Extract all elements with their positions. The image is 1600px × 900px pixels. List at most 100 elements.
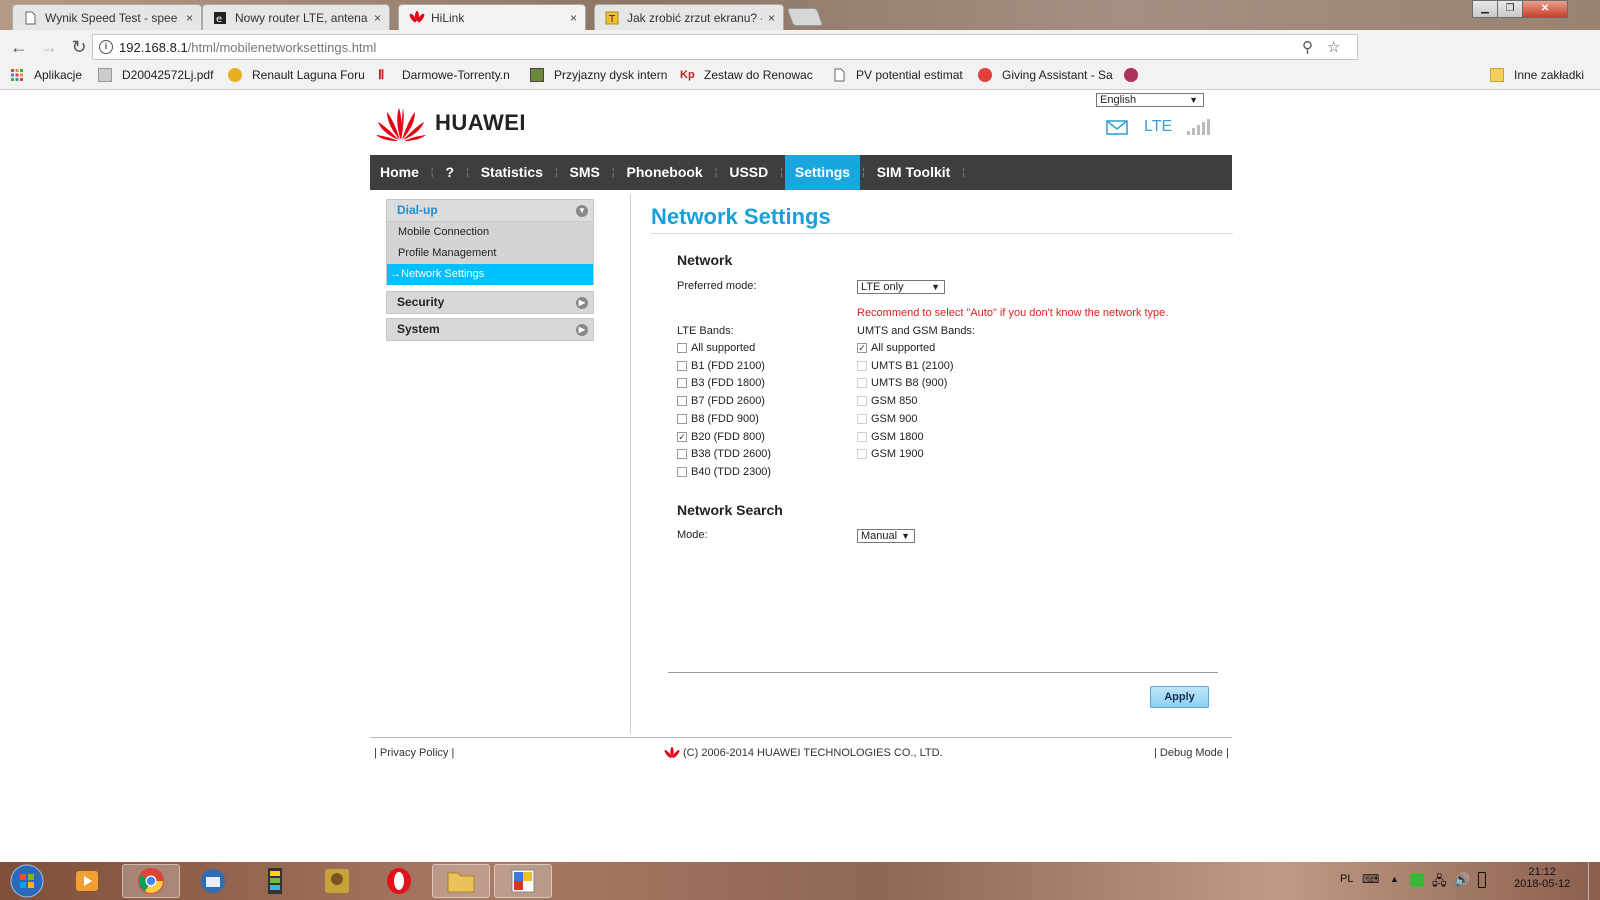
taskbar-opera[interactable]: [370, 864, 428, 898]
checkbox-empty-icon[interactable]: [677, 378, 687, 389]
close-icon[interactable]: ×: [186, 11, 193, 25]
tab-screenshot-howto[interactable]: T Jak zrobić zrzut ekranu? - ×: [594, 4, 784, 30]
sidebar-group-security[interactable]: Security ▶: [386, 291, 594, 314]
privacy-policy-link[interactable]: | Privacy Policy |: [374, 747, 454, 759]
taskbar-app-stack[interactable]: [246, 864, 304, 898]
taskbar-media-player[interactable]: [58, 864, 116, 898]
zoom-icon[interactable]: ⚲: [1302, 38, 1313, 56]
close-icon[interactable]: ×: [570, 11, 577, 25]
band-checkbox[interactable]: GSM 900: [857, 413, 917, 425]
tab-speedtest[interactable]: Wynik Speed Test - spee ×: [12, 4, 202, 30]
bookmark-giving-assistant[interactable]: Giving Assistant - Sa: [978, 68, 1114, 82]
nav-settings[interactable]: Settings: [784, 155, 861, 190]
bookmark-pv[interactable]: PV potential estimat: [832, 68, 964, 82]
bookmark-apps[interactable]: Aplikacje: [10, 68, 90, 82]
band-checkbox[interactable]: B3 (FDD 1800): [677, 377, 765, 389]
close-icon[interactable]: ×: [374, 11, 381, 25]
tray-language[interactable]: PL: [1340, 873, 1353, 885]
checkbox-empty-icon[interactable]: [677, 360, 687, 371]
band-checkbox[interactable]: All supported: [677, 342, 755, 354]
band-checkbox[interactable]: UMTS B8 (900): [857, 377, 947, 389]
reload-icon[interactable]: ↻: [68, 36, 90, 58]
other-bookmarks[interactable]: Inne zakładki: [1490, 68, 1598, 82]
debug-mode-link[interactable]: | Debug Mode |: [1154, 747, 1229, 759]
volume-icon[interactable]: 🔊: [1454, 872, 1470, 888]
star-icon[interactable]: ☆: [1327, 38, 1340, 56]
battery-icon[interactable]: [1478, 872, 1486, 888]
band-checkbox[interactable]: B8 (FDD 900): [677, 413, 759, 425]
green-tray-icon[interactable]: [1410, 873, 1424, 887]
taskbar-explorer[interactable]: [432, 864, 490, 898]
close-window-button[interactable]: ✕: [1522, 0, 1568, 18]
checkbox-empty-icon[interactable]: [857, 413, 867, 424]
nav-statistics[interactable]: Statistics: [471, 155, 553, 190]
checkbox-empty-icon[interactable]: [857, 396, 867, 407]
collapse-icon[interactable]: ▼: [576, 205, 588, 217]
sidebar-item-network-settings[interactable]: →Network Settings: [387, 264, 593, 285]
nav-sms[interactable]: SMS: [560, 155, 610, 190]
checkbox-empty-icon[interactable]: [857, 431, 867, 442]
band-checkbox[interactable]: UMTS B1 (2100): [857, 360, 954, 372]
tab-hilink[interactable]: HiLink ×: [398, 4, 586, 30]
mail-icon[interactable]: [1106, 119, 1128, 135]
nav-home[interactable]: Home: [370, 155, 429, 190]
checkbox-empty-icon[interactable]: [677, 396, 687, 407]
minimize-button[interactable]: ▁: [1472, 0, 1498, 18]
start-button[interactable]: [2, 864, 52, 898]
expand-icon[interactable]: ▶: [576, 297, 588, 309]
new-tab-button[interactable]: [786, 8, 824, 26]
address-bar[interactable]: i 192.168.8.1/html/mobilenetworksettings…: [92, 34, 1358, 60]
bookmark-dysk[interactable]: Przyjazny dysk intern: [530, 68, 670, 82]
apply-button[interactable]: Apply: [1150, 686, 1209, 708]
keyboard-icon[interactable]: ⌨: [1362, 872, 1379, 886]
checkbox-empty-icon[interactable]: [677, 343, 687, 353]
nav-sim-toolkit[interactable]: SIM Toolkit: [867, 155, 961, 190]
bookmark-torrenty[interactable]: Ⅱ Darmowe-Torrenty.n: [378, 68, 514, 82]
band-checkbox[interactable]: GSM 850: [857, 395, 917, 407]
restore-button[interactable]: ❐: [1497, 0, 1523, 18]
sidebar-item-profile-management[interactable]: Profile Management: [387, 243, 593, 264]
bookmark-renowacja[interactable]: Kp Zestaw do Renowac: [680, 68, 816, 82]
band-checkbox[interactable]: B40 (TDD 2300): [677, 466, 771, 478]
sidebar-group-dialup[interactable]: Dial-up ▼: [386, 199, 594, 222]
search-mode-select[interactable]: Manual ▼: [857, 529, 915, 543]
show-hidden-icons[interactable]: ▲: [1390, 874, 1399, 884]
forward-icon[interactable]: →: [38, 36, 60, 58]
bookmark-extra[interactable]: [1124, 68, 1144, 82]
tab-router-forum[interactable]: e Nowy router LTE, antena ×: [202, 4, 390, 30]
checkbox-empty-icon[interactable]: [857, 449, 867, 460]
bookmark-renault[interactable]: Renault Laguna Foru: [228, 68, 368, 82]
taskbar-thunderbird[interactable]: [184, 864, 242, 898]
info-icon[interactable]: i: [99, 40, 113, 54]
checkbox-checked-icon[interactable]: ✓: [677, 431, 687, 442]
band-checkbox[interactable]: ✓ B20 (FDD 800): [677, 431, 765, 443]
nav-phonebook[interactable]: Phonebook: [617, 155, 713, 190]
nav-help[interactable]: ?: [436, 155, 465, 190]
preferred-mode-select[interactable]: LTE only ▼: [857, 280, 945, 294]
close-icon[interactable]: ×: [768, 11, 775, 25]
checkbox-empty-icon[interactable]: [857, 360, 867, 371]
checkbox-checked-icon[interactable]: ✓: [857, 343, 867, 353]
expand-icon[interactable]: ▶: [576, 324, 588, 336]
band-checkbox[interactable]: B7 (FDD 2600): [677, 395, 765, 407]
band-checkbox[interactable]: ✓ All supported: [857, 342, 935, 354]
checkbox-empty-icon[interactable]: [677, 466, 687, 477]
taskbar-paint[interactable]: [494, 864, 552, 898]
checkbox-empty-icon[interactable]: [857, 378, 867, 389]
bookmark-pdf[interactable]: D20042572Lj.pdf: [98, 68, 216, 82]
clock[interactable]: 21:12 2018-05-12: [1514, 866, 1570, 890]
taskbar-chrome[interactable]: [122, 864, 180, 898]
back-icon[interactable]: ←: [8, 36, 30, 58]
show-desktop-button[interactable]: [1588, 862, 1600, 900]
language-select[interactable]: English ▼: [1096, 93, 1204, 107]
taskbar-sandbox[interactable]: [308, 864, 366, 898]
checkbox-empty-icon[interactable]: [677, 449, 687, 460]
band-checkbox[interactable]: B1 (FDD 2100): [677, 360, 765, 372]
sidebar-item-mobile-connection[interactable]: Mobile Connection: [387, 222, 593, 243]
band-checkbox[interactable]: GSM 1900: [857, 448, 924, 460]
network-tray-icon[interactable]: 🖧: [1432, 872, 1447, 894]
band-checkbox[interactable]: B38 (TDD 2600): [677, 448, 771, 460]
nav-ussd[interactable]: USSD: [719, 155, 778, 190]
checkbox-empty-icon[interactable]: [677, 413, 687, 424]
sidebar-group-system[interactable]: System ▶: [386, 318, 594, 341]
